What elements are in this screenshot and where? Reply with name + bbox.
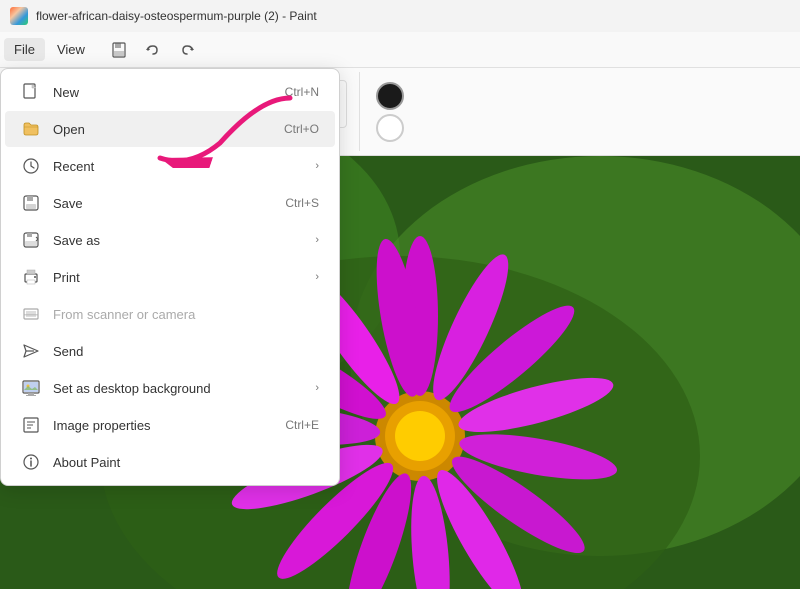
app-icon — [10, 7, 28, 25]
new-shortcut: Ctrl+N — [285, 85, 319, 99]
about-label: About Paint — [53, 455, 319, 470]
properties-shortcut: Ctrl+E — [285, 418, 319, 432]
saveas-arrow: › — [315, 234, 319, 246]
new-label: New — [53, 85, 273, 100]
redo-button[interactable] — [173, 36, 201, 64]
menu-item-print[interactable]: Print › — [5, 259, 335, 295]
save-label: Save — [53, 196, 273, 211]
properties-icon — [21, 415, 41, 435]
save-icon — [21, 193, 41, 213]
saveas-label: Save as — [53, 233, 303, 248]
desktop-label: Set as desktop background — [53, 381, 303, 396]
send-icon — [21, 341, 41, 361]
menu-item-properties[interactable]: Image properties Ctrl+E — [5, 407, 335, 443]
menu-item-open[interactable]: Open Ctrl+O — [5, 111, 335, 147]
open-label: Open — [53, 122, 272, 137]
scanner-label: From scanner or camera — [53, 307, 319, 322]
save-button[interactable] — [105, 36, 133, 64]
properties-label: Image properties — [53, 418, 273, 433]
menu-item-scanner: From scanner or camera — [5, 296, 335, 332]
menu-item-desktop[interactable]: Set as desktop background › — [5, 370, 335, 406]
recent-label: Recent — [53, 159, 303, 174]
new-icon — [21, 82, 41, 102]
color2-white[interactable] — [376, 114, 404, 142]
menu-item-saveas[interactable]: Save as › — [5, 222, 335, 258]
scanner-icon — [21, 304, 41, 324]
color1-black[interactable] — [376, 82, 404, 110]
window-title: flower-african-daisy-osteospermum-purple… — [36, 9, 317, 23]
open-shortcut: Ctrl+O — [284, 122, 319, 136]
print-icon — [21, 267, 41, 287]
recent-arrow: › — [315, 160, 319, 172]
menu-item-save[interactable]: Save Ctrl+S — [5, 185, 335, 221]
menu-item-send[interactable]: Send — [5, 333, 335, 369]
ribbon-colors-group — [364, 72, 416, 151]
print-arrow: › — [315, 271, 319, 283]
send-label: Send — [53, 344, 319, 359]
menu-item-recent[interactable]: Recent › — [5, 148, 335, 184]
desktop-icon — [21, 378, 41, 398]
file-dropdown-menu: New Ctrl+N Open Ctrl+O Recent › — [0, 68, 340, 486]
recent-icon — [21, 156, 41, 176]
menu-bar: File View — [0, 32, 800, 68]
open-icon — [21, 119, 41, 139]
menu-file[interactable]: File — [4, 38, 45, 61]
saveas-icon — [21, 230, 41, 250]
toolbar-section — [105, 36, 201, 64]
menu-item-about[interactable]: About Paint — [5, 444, 335, 480]
print-label: Print — [53, 270, 303, 285]
about-icon — [21, 452, 41, 472]
desktop-arrow: › — [315, 382, 319, 394]
title-bar: flower-african-daisy-osteospermum-purple… — [0, 0, 800, 32]
menu-item-new[interactable]: New Ctrl+N — [5, 74, 335, 110]
undo-button[interactable] — [139, 36, 167, 64]
menu-view[interactable]: View — [47, 38, 95, 61]
save-shortcut: Ctrl+S — [285, 196, 319, 210]
